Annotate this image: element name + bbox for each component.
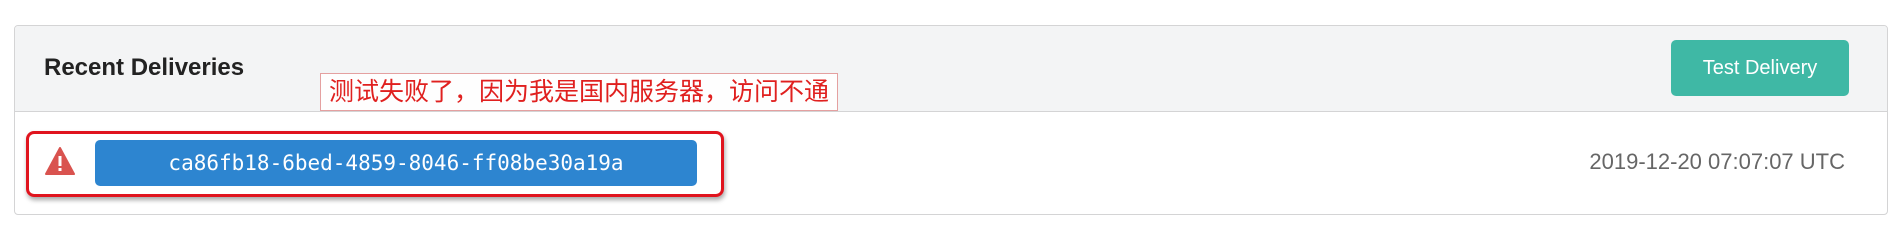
panel-title: Recent Deliveries: [44, 54, 245, 81]
panel-header: Recent Deliveries Test Delivery: [15, 26, 1887, 112]
test-delivery-button[interactable]: Test Delivery: [1671, 40, 1849, 96]
delivery-guid-link[interactable]: ca86fb18-6bed-4859-8046-ff08be30a19a: [95, 140, 697, 186]
delivery-timestamp: 2019-12-20 07:07:07 UTC: [1589, 149, 1845, 174]
annotation-note: 测试失败了，因为我是国内服务器，访问不通: [320, 73, 839, 111]
warning-icon: [45, 147, 75, 175]
recent-deliveries-panel: Recent Deliveries Test Delivery ca86fb18…: [14, 25, 1888, 215]
delivery-row: ca86fb18-6bed-4859-8046-ff08be30a19a 201…: [15, 112, 1887, 214]
